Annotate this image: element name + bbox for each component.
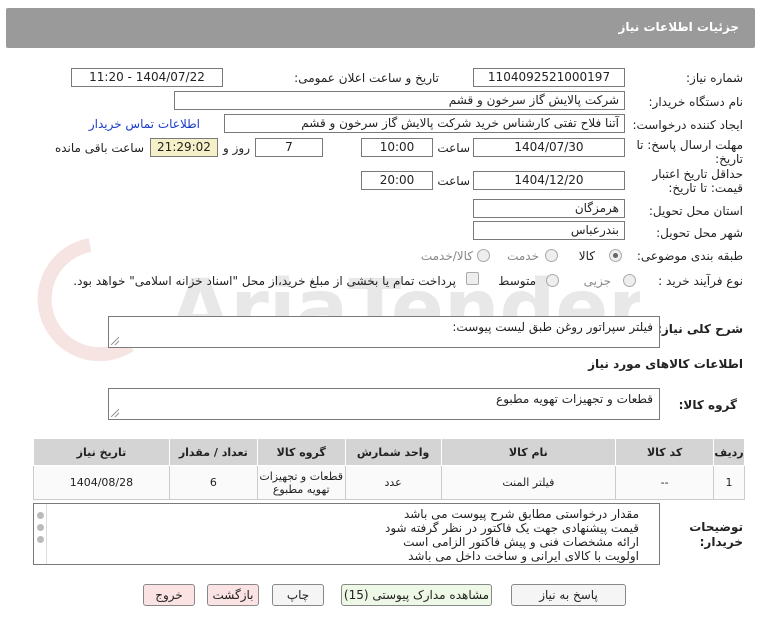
city-label: شهر محل تحویل: [656, 226, 743, 240]
category-label: طبقه بندی موضوعی: [636, 249, 743, 263]
col-row: ردیف [713, 438, 745, 466]
category-option-goods: کالا [578, 249, 595, 263]
city-field: بندرعباس [473, 221, 625, 240]
process-option-medium: متوسط [498, 274, 536, 288]
items-table: ردیف کد کالا نام کالا واحد شمارش گروه کا… [33, 438, 745, 500]
table-header-row: ردیف کد کالا نام کالا واحد شمارش گروه کا… [33, 438, 745, 466]
notes-label-1: توضیحات [689, 520, 743, 534]
reply-button[interactable]: پاسخ به نیاز [511, 584, 626, 606]
deadline-time-label: ساعت [437, 141, 470, 155]
deadline-label-2: تاریخ: [715, 152, 743, 166]
need-number-label: شماره نیاز: [686, 71, 743, 85]
process-option-minor: جزیی [583, 274, 611, 288]
remaining-time-field: 21:29:02 [150, 138, 218, 157]
description-text: فیلتر سپراتور روغن طبق لیست پیوست: [452, 320, 653, 334]
col-code: کد کالا [615, 438, 715, 466]
col-unit: واحد شمارش [344, 438, 442, 466]
process-radio-minor[interactable] [623, 274, 636, 287]
scroll-dot-icon [37, 512, 44, 519]
category-radio-goods[interactable] [609, 249, 622, 262]
goods-section-title: اطلاعات کالاهای مورد نیاز [588, 357, 743, 371]
validity-label-1: حداقل تاریخ اعتبار [652, 167, 743, 181]
category-option-goods-service: کالا/خدمت [420, 249, 473, 263]
announce-field: 1404/07/22 - 11:20 [71, 68, 223, 87]
notes-line: مقدار درخواستی مطابق شرح پیوست می باشد [403, 507, 639, 521]
need-number-field: 1104092521000197 [473, 68, 625, 87]
cell-date: 1404/08/28 [33, 465, 170, 500]
process-radio-medium[interactable] [546, 274, 559, 287]
col-qty: تعداد / مقدار [168, 438, 258, 466]
back-button[interactable]: بازگشت [207, 584, 259, 606]
page-header: جزئیات اطلاعات نیاز [6, 8, 755, 48]
col-group: گروه کالا [256, 438, 346, 466]
scroll-dot-icon [37, 524, 44, 531]
attachments-button[interactable]: مشاهده مدارک پیوستی (15) [341, 584, 492, 606]
category-radio-goods-service[interactable] [477, 249, 490, 262]
remaining-label: ساعت باقی مانده [54, 141, 144, 155]
table-row: 1 -- فیلتر المنت عدد قطعات و تجهیزات تهو… [33, 465, 745, 500]
page-title: جزئیات اطلاعات نیاز [618, 20, 739, 34]
notes-line: قیمت پیشنهادی جهت یک فاکتور در نظر گرفته… [384, 521, 639, 535]
cell-code: -- [615, 465, 715, 500]
cell-unit: عدد [344, 465, 442, 500]
notes-line: اولویت با کالای ایرانی و ساخت داخل می با… [408, 549, 639, 563]
exit-button[interactable]: خروج [143, 584, 195, 606]
category-radio-service[interactable] [545, 249, 558, 262]
payment-note: پرداخت تمام یا بخشی از مبلغ خرید،از محل … [73, 274, 456, 288]
province-field: هرمزگان [473, 199, 625, 218]
validity-time-label: ساعت [437, 174, 470, 188]
buyer-contact-link[interactable]: اطلاعات تماس خریدار [89, 117, 200, 131]
print-button[interactable]: چاپ [272, 584, 324, 606]
description-box: فیلتر سپراتور روغن طبق لیست پیوست: [108, 316, 660, 348]
validity-label-2: قیمت: تا تاریخ: [668, 181, 743, 195]
buyer-org-field: شرکت پالایش گاز سرخون و قشم [174, 91, 625, 110]
cell-row: 1 [713, 465, 745, 500]
cell-qty: 6 [168, 465, 258, 500]
watermark-logo: AriaTender.net [37, 238, 640, 362]
notes-scrollbar[interactable] [34, 504, 47, 564]
col-date: تاریخ نیاز [33, 438, 170, 466]
scroll-dot-icon [37, 536, 44, 543]
goods-group-box: قطعات و تجهیزات تهویه مطبوع [108, 388, 660, 420]
validity-date-field: 1404/12/20 [473, 171, 625, 190]
col-name: نام کالا [440, 438, 617, 466]
notes-line: ارائه مشخصات فنی و پیش فاکتور الزامی است [403, 535, 639, 549]
process-label: نوع فرآیند خرید : [658, 274, 743, 288]
goods-group-value: قطعات و تجهیزات تهویه مطبوع [496, 392, 653, 406]
notes-label-2: خریدار: [699, 535, 743, 549]
deadline-date-field: 1404/07/30 [473, 138, 625, 157]
treasury-checkbox[interactable] [466, 272, 479, 285]
buyer-org-label: نام دستگاه خریدار: [648, 95, 744, 109]
days-field: 7 [255, 138, 323, 157]
validity-time-field: 20:00 [361, 171, 433, 190]
goods-group-label: گروه کالا: [678, 398, 737, 412]
resize-grip-icon[interactable] [111, 337, 119, 345]
announce-label: تاریخ و ساعت اعلان عمومی: [294, 71, 439, 85]
requester-label: ایجاد کننده درخواست: [632, 118, 743, 132]
description-label: شرح کلی نیاز: [657, 322, 743, 336]
deadline-label-1: مهلت ارسال پاسخ: تا [636, 138, 743, 152]
cell-name: فیلتر المنت [440, 465, 617, 500]
requester-field: آتنا فلاح تفتی کارشناس خرید شرکت پالایش … [224, 114, 625, 133]
province-label: استان محل تحویل: [648, 204, 743, 218]
days-label: روز و [223, 141, 250, 155]
buyer-notes-box[interactable]: مقدار درخواستی مطابق شرح پیوست می باشد ق… [33, 503, 660, 565]
deadline-time-field: 10:00 [361, 138, 433, 157]
category-option-service: خدمت [507, 249, 539, 263]
cell-group: قطعات و تجهیزات تهویه مطبوع [256, 465, 346, 500]
resize-grip-icon[interactable] [111, 409, 119, 417]
